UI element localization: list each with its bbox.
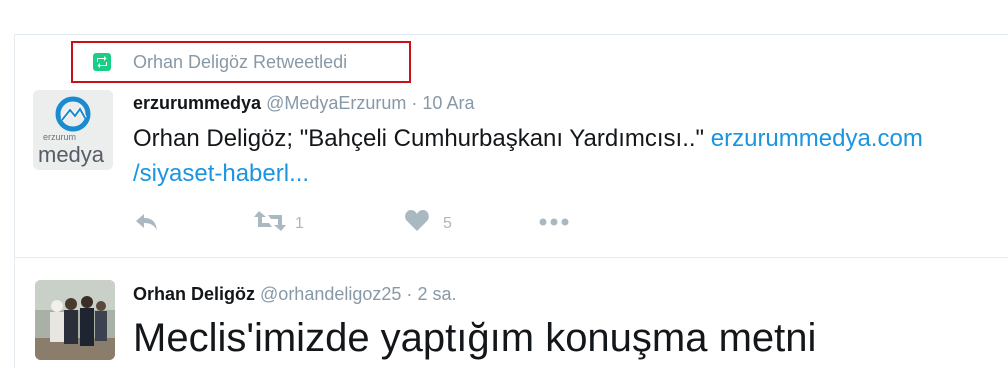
svg-text:medya: medya [38,142,105,167]
reply-icon [136,214,157,230]
author-name[interactable]: erzurummedya [133,93,261,113]
retweet-icon [254,211,286,231]
author-name[interactable]: Orhan Deligöz [133,284,255,304]
tweet-body: Orhan Deligöz; "Bahçeli Cumhurbaşkanı Ya… [133,125,705,152]
avatar[interactable]: erzurum medya [33,90,113,170]
more-button[interactable] [537,207,571,235]
avatar[interactable] [35,280,115,360]
tweet-timestamp[interactable]: 2 sa. [417,284,456,304]
tweet[interactable]: Orhan Deligöz @orhandeligoz25 · 2 sa. Me… [15,258,1008,369]
like-count: 5 [443,215,452,232]
author-handle[interactable]: @MedyaErzurum [266,93,406,113]
reply-button[interactable] [133,207,161,235]
tweet-text: Meclis'imizde yaptığım konuşma metni [133,316,817,360]
top-spacer [0,0,1008,34]
timeline: Orhan Deligöz Retweetledi erzurum medya … [14,34,1008,368]
retweet-button[interactable]: 1 [253,207,304,235]
retweet-context-label[interactable]: Orhan Deligöz Retweetledi [133,52,347,73]
separator: · [406,284,413,304]
erzurummedya-logo-icon: erzurum medya [33,90,113,170]
retweet-icon [93,53,111,71]
tweet-text: Orhan Deligöz; "Bahçeli Cumhurbaşkanı Ya… [133,121,1003,191]
tweet[interactable]: Orhan Deligöz Retweetledi erzurum medya … [15,35,1008,258]
retweet-count: 1 [295,215,304,232]
separator: · [411,93,418,113]
profile-photo [35,280,115,360]
tweet-link-part1[interactable]: erzurummedya.com [711,125,923,152]
heart-icon [405,210,429,231]
tweet-header: erzurummedya @MedyaErzurum · 10 Ara [133,93,474,114]
tweet-link-part2[interactable]: /siyaset-haberl... [133,160,309,187]
tweet-header: Orhan Deligöz @orhandeligoz25 · 2 sa. [133,284,456,305]
svg-text:erzurum: erzurum [43,132,76,142]
like-button[interactable]: 5 [403,207,452,235]
tweet-timestamp[interactable]: 10 Ara [422,93,474,113]
author-handle[interactable]: @orhandeligoz25 [260,284,401,304]
more-icon [539,218,569,226]
